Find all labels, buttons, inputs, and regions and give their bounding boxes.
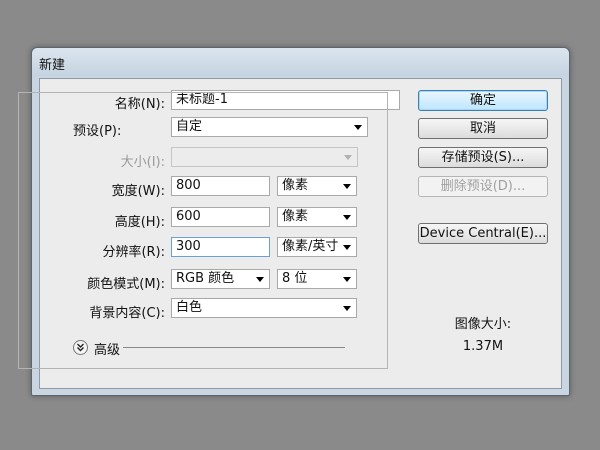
width-label: 宽度(W): <box>111 184 165 199</box>
background-value: 白色 <box>176 300 203 315</box>
chevron-double-down-icon[interactable] <box>73 340 88 355</box>
ok-button[interactable]: 确定 <box>418 90 548 111</box>
width-unit-select[interactable]: 像素 <box>277 176 357 196</box>
color-mode-value: RGB 颜色 <box>176 271 235 286</box>
advanced-label[interactable]: 高级 <box>94 339 120 358</box>
advanced-divider <box>123 347 345 348</box>
color-mode-label: 颜色模式(M): <box>87 277 165 292</box>
width-input[interactable]: 800 <box>171 176 270 196</box>
title-bar[interactable]: 新建 <box>32 48 569 76</box>
triangle-down-icon <box>343 245 351 250</box>
cancel-button[interactable]: 取消 <box>418 118 548 139</box>
triangle-down-icon <box>343 215 351 220</box>
triangle-down-icon <box>343 306 351 311</box>
triangle-down-icon <box>354 125 362 130</box>
height-unit-value: 像素 <box>282 209 309 224</box>
width-unit-value: 像素 <box>282 178 309 193</box>
preset-label: 预设(P): <box>70 120 125 139</box>
dialog-title: 新建 <box>39 58 66 73</box>
image-size-value: 1.37M <box>462 339 504 354</box>
save-preset-button[interactable]: 存储预设(S)... <box>418 147 548 168</box>
triangle-down-icon <box>256 277 264 282</box>
resolution-unit-value: 像素/英寸 <box>282 239 339 254</box>
background-label: 背景内容(C): <box>89 306 165 321</box>
preset-select[interactable]: 自定 <box>171 117 368 137</box>
triangle-down-icon <box>344 155 352 160</box>
height-input[interactable]: 600 <box>171 207 270 227</box>
device-central-button[interactable]: Device Central(E)... <box>418 223 548 244</box>
color-mode-select[interactable]: RGB 颜色 <box>171 269 270 289</box>
size-label: 大小(I): <box>120 155 165 170</box>
preset-value: 自定 <box>176 119 203 134</box>
triangle-down-icon <box>343 184 351 189</box>
resolution-unit-select[interactable]: 像素/英寸 <box>277 237 357 257</box>
resolution-label: 分辨率(R): <box>102 245 165 260</box>
height-unit-select[interactable]: 像素 <box>277 207 357 227</box>
bit-depth-value: 8 位 <box>282 271 308 286</box>
image-size-label: 图像大小: <box>454 317 512 332</box>
delete-preset-button: 删除预设(D)... <box>418 176 548 197</box>
background-select[interactable]: 白色 <box>171 298 357 318</box>
triangle-down-icon <box>343 277 351 282</box>
resolution-input[interactable]: 300 <box>171 237 270 257</box>
size-select <box>171 147 358 167</box>
height-label: 高度(H): <box>114 215 165 230</box>
bit-depth-select[interactable]: 8 位 <box>277 269 357 289</box>
